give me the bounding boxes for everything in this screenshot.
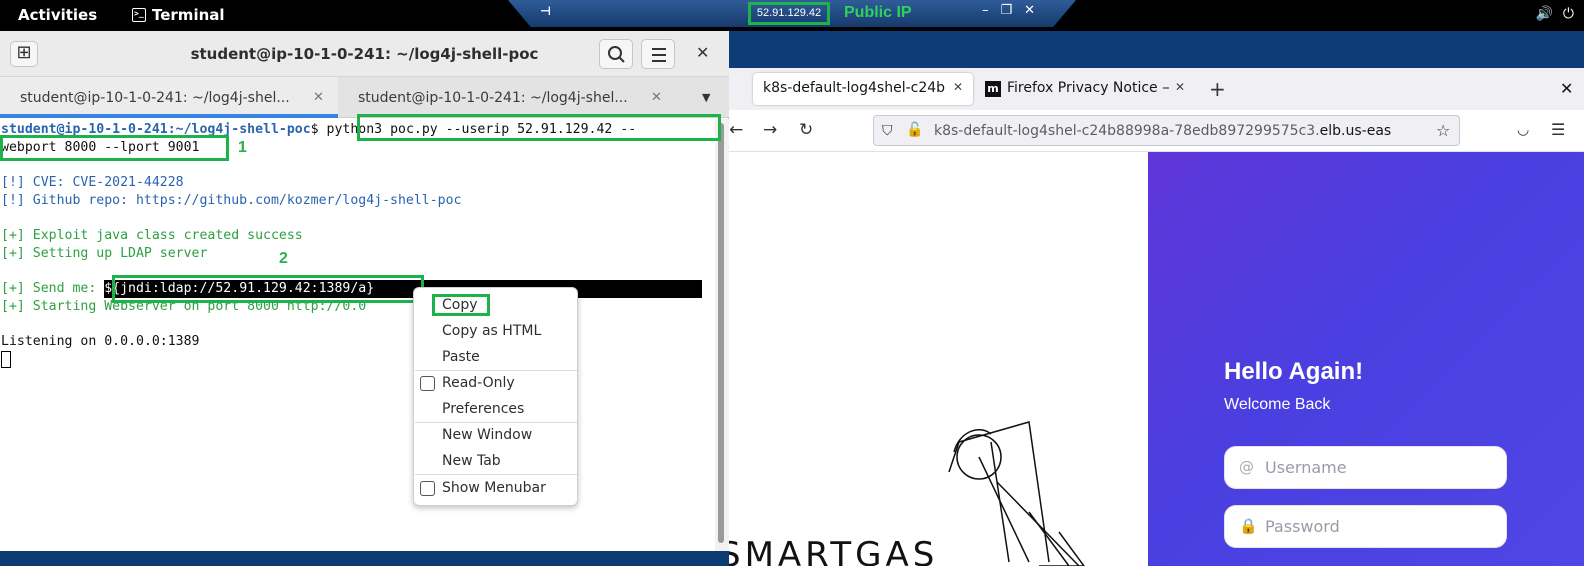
restore-icon[interactable]: ❐ bbox=[1001, 3, 1013, 18]
firefox-tab-strip: k8s-default-log4shel-c24b ✕ m Firefox Pr… bbox=[729, 68, 1584, 110]
scrollbar-thumb[interactable] bbox=[718, 123, 724, 543]
annotation-box-payload bbox=[112, 275, 424, 303]
login-subheading: Welcome Back bbox=[1224, 396, 1331, 413]
exploit-line: [+] Exploit java class created success bbox=[1, 228, 303, 243]
terminal-headerbar: ⊞ student@ip-10-1-0-241: ~/log4j-shell-p… bbox=[0, 31, 729, 77]
close-icon[interactable]: ✕ bbox=[1024, 3, 1035, 18]
url-bar[interactable]: ⛉ 🔓 k8s-default-log4shel-c24b88998a-78ed… bbox=[873, 115, 1460, 146]
url-text: k8s-default-log4shel-c24b88998a-78edb897… bbox=[934, 123, 1392, 139]
annotation-box-args bbox=[0, 135, 229, 161]
shield-icon[interactable]: ⛉ bbox=[882, 123, 893, 139]
annotation-box-command bbox=[357, 114, 721, 141]
new-tab-icon[interactable]: + bbox=[1209, 77, 1226, 101]
tab-label: student@ip-10-1-0-241: ~/log4j-shel... bbox=[20, 90, 290, 106]
menu-item-paste[interactable]: Paste bbox=[442, 349, 480, 365]
lock-icon: 🔒 bbox=[1239, 517, 1258, 535]
vnc-window-controls: – ❐ ✕ bbox=[982, 3, 1035, 18]
menu-item-new-tab[interactable]: New Tab bbox=[442, 453, 501, 469]
app-menu-terminal[interactable]: >_ Terminal bbox=[132, 6, 225, 24]
minimize-icon[interactable]: – bbox=[982, 3, 989, 18]
tab-list-dropdown-icon[interactable]: ▼ bbox=[702, 91, 710, 104]
window-close-icon[interactable]: ✕ bbox=[1560, 79, 1573, 98]
username-input[interactable]: @ Username bbox=[1224, 446, 1507, 489]
hamburger-menu-icon[interactable]: ☰ bbox=[1551, 120, 1565, 139]
activities-button[interactable]: Activities bbox=[18, 6, 97, 24]
power-icon[interactable]: ⏻ bbox=[1563, 6, 1574, 22]
bookmark-star-icon[interactable]: ☆ bbox=[1436, 121, 1450, 140]
terminal-scrollbar[interactable] bbox=[715, 119, 729, 551]
terminal-context-menu: Copy Copy as HTML Paste Read-Only Prefer… bbox=[413, 287, 578, 506]
ldap-line: [+] Setting up LDAP server bbox=[1, 246, 208, 261]
tab-label: k8s-default-log4shel-c24b bbox=[763, 80, 946, 96]
repo-line: [!] Github repo: https://github.com/kozm… bbox=[1, 193, 462, 208]
pocket-icon[interactable]: ◡ bbox=[1517, 122, 1529, 138]
menu-item-new-window[interactable]: New Window bbox=[442, 427, 532, 443]
login-panel: Hello Again! Welcome Back @ Username 🔒 P… bbox=[1148, 152, 1584, 566]
desktop-strip bbox=[0, 551, 729, 566]
logo-wordmark: SMARTGAS bbox=[729, 535, 938, 566]
tab-close-icon[interactable]: ✕ bbox=[651, 90, 662, 105]
password-input[interactable]: 🔒 Password bbox=[1224, 505, 1507, 548]
annotation-box-copy bbox=[432, 294, 490, 316]
public-ip-annotation: Public IP bbox=[844, 4, 912, 21]
tab-close-icon[interactable]: ✕ bbox=[1175, 80, 1185, 94]
terminal-cursor bbox=[1, 351, 11, 370]
terminal-output[interactable]: student@ip-10-1-0-241:~/log4j-shell-poc$… bbox=[0, 119, 714, 551]
hamburger-icon bbox=[652, 48, 666, 62]
firefox-tab-k8s[interactable]: k8s-default-log4shel-c24b ✕ bbox=[753, 73, 973, 105]
volume-icon[interactable]: 🔊 bbox=[1535, 6, 1552, 22]
system-tray[interactable]: 🔊 ⏻ bbox=[1535, 6, 1574, 22]
search-button[interactable] bbox=[599, 39, 633, 69]
login-heading: Hello Again! bbox=[1224, 358, 1364, 385]
terminal-tab-bar: student@ip-10-1-0-241: ~/log4j-shel... ✕… bbox=[0, 77, 729, 118]
close-window-icon[interactable]: ✕ bbox=[696, 43, 709, 62]
tab-close-icon[interactable]: ✕ bbox=[953, 80, 963, 94]
pin-icon[interactable]: ⊣ bbox=[540, 4, 556, 20]
back-icon[interactable]: ← bbox=[729, 120, 743, 140]
menu-item-preferences[interactable]: Preferences bbox=[442, 401, 524, 417]
insecure-lock-icon[interactable]: 🔓 bbox=[906, 122, 923, 138]
annotation-number-2: 2 bbox=[279, 250, 288, 267]
tab-label: Firefox Privacy Notice — bbox=[1007, 80, 1169, 96]
menu-separator bbox=[415, 370, 577, 371]
web-page: SMARTGAS Hello Again! Welcome Back @ Use… bbox=[729, 152, 1584, 566]
menu-item-show-menubar[interactable]: Show Menubar bbox=[442, 480, 546, 496]
tab-label: student@ip-10-1-0-241: ~/log4j-shel... bbox=[358, 90, 628, 106]
read-only-checkbox[interactable] bbox=[420, 376, 435, 391]
tab-close-icon[interactable]: ✕ bbox=[313, 90, 324, 105]
show-menubar-checkbox[interactable] bbox=[420, 481, 435, 496]
terminal-tab-1[interactable]: student@ip-10-1-0-241: ~/log4j-shel... ✕ bbox=[0, 77, 338, 118]
cve-line: [!] CVE: CVE-2021-44228 bbox=[1, 175, 184, 190]
username-placeholder: Username bbox=[1265, 458, 1347, 477]
desktop: Activities >_ Terminal 🔊 ⏻ ⊣ 52.91.129.4… bbox=[0, 0, 1584, 566]
menu-button[interactable] bbox=[641, 39, 675, 69]
terminal-tab-2[interactable]: student@ip-10-1-0-241: ~/log4j-shel... ✕ bbox=[338, 77, 678, 118]
terminal-icon: >_ bbox=[132, 8, 146, 22]
app-menu-label: Terminal bbox=[152, 6, 225, 24]
listening-line: Listening on 0.0.0.0:1389 bbox=[1, 334, 200, 349]
at-icon: @ bbox=[1239, 458, 1254, 476]
forward-icon[interactable]: → bbox=[763, 120, 777, 140]
vnc-host-ip: 52.91.129.42 bbox=[748, 2, 830, 25]
menu-item-copy-html[interactable]: Copy as HTML bbox=[442, 323, 541, 339]
firefox-nav-bar: ← → ↻ ⛉ 🔓 k8s-default-log4shel-c24b88998… bbox=[729, 110, 1584, 152]
smartgas-logo: SMARTGAS bbox=[729, 152, 1149, 566]
password-placeholder: Password bbox=[1265, 517, 1340, 536]
annotation-number-1: 1 bbox=[238, 139, 247, 156]
menu-separator bbox=[415, 474, 577, 475]
firefox-tab-privacy[interactable]: Firefox Privacy Notice — ✕ bbox=[985, 73, 1185, 105]
search-icon bbox=[608, 46, 625, 63]
menu-separator bbox=[415, 422, 577, 423]
menu-item-read-only[interactable]: Read-Only bbox=[442, 375, 515, 391]
reload-icon[interactable]: ↻ bbox=[799, 120, 813, 140]
firefox-window: k8s-default-log4shel-c24b ✕ m Firefox Pr… bbox=[729, 68, 1584, 566]
